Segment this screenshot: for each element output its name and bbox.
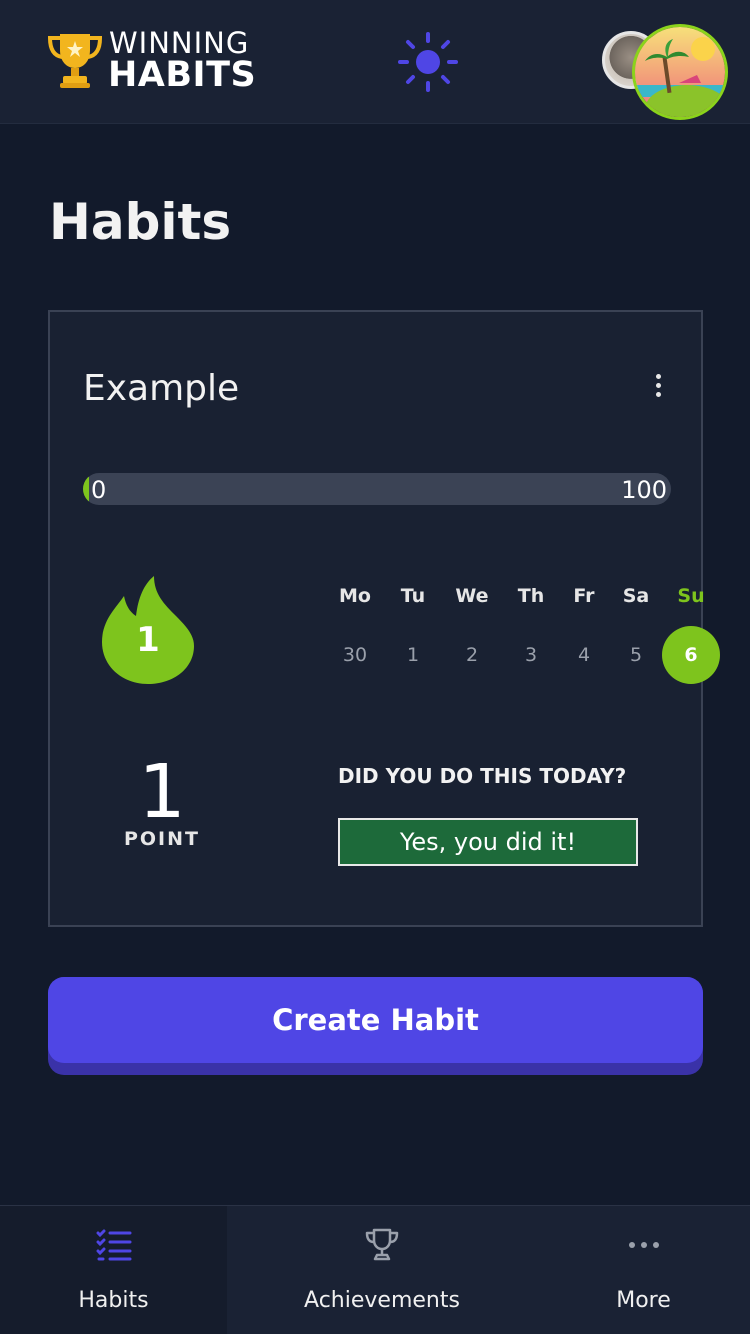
app-logo[interactable]: WINNING HABITS <box>46 28 276 94</box>
day-number-today[interactable]: 6 <box>662 626 720 684</box>
habits-list-icon <box>96 1229 131 1261</box>
nav-label-achievements: Achievements <box>304 1288 460 1313</box>
day-name: We <box>455 585 489 607</box>
habit-progress-bar <box>83 473 671 505</box>
nav-item-habits[interactable]: Habits <box>0 1206 227 1334</box>
day-name: Sa <box>622 585 650 607</box>
day-number[interactable]: 5 <box>607 626 665 684</box>
day-column-th: Th 3 <box>501 582 561 684</box>
day-number[interactable]: 1 <box>384 626 442 684</box>
create-habit-label: Create Habit <box>48 977 703 1063</box>
trophy-icon <box>365 1228 399 1261</box>
day-column-we: We 2 <box>442 582 502 684</box>
nav-item-more[interactable]: More <box>537 1206 750 1334</box>
week-calendar: Mo 30 Tu 1 We 2 Th 3 Fr 4 Sa 5 Su 6 <box>280 582 720 692</box>
day-column-su: Su 6 <box>661 582 721 684</box>
bottom-navigation: Habits Achievements More <box>0 1205 750 1334</box>
nav-label-more: More <box>616 1288 671 1313</box>
day-name: Fr <box>573 585 595 607</box>
day-name: Tu <box>400 585 426 607</box>
done-today-button[interactable]: Yes, you did it! <box>338 818 638 866</box>
day-column-tu: Tu 1 <box>383 582 443 684</box>
sun-icon[interactable] <box>398 32 458 92</box>
app-header: WINNING HABITS <box>0 0 750 124</box>
more-dots-icon <box>628 1242 659 1248</box>
create-habit-button[interactable]: Create Habit <box>48 977 703 1075</box>
daily-question: DID YOU DO THIS TODAY? <box>338 764 627 788</box>
kebab-menu-icon[interactable] <box>646 374 670 404</box>
nav-label-habits: Habits <box>78 1288 149 1313</box>
nav-item-achievements[interactable]: Achievements <box>227 1206 537 1334</box>
day-column-sa: Sa 5 <box>606 582 666 684</box>
progress-max-label: 100 <box>621 476 667 504</box>
logo-text-habits: HABITS <box>108 55 257 95</box>
beach-avatar-icon <box>635 27 725 117</box>
trophy-logo-icon <box>47 34 103 88</box>
points-value: 1 <box>138 749 186 835</box>
day-number[interactable]: 4 <box>555 626 613 684</box>
day-name: Mo <box>339 585 371 607</box>
progress-fill <box>83 473 89 505</box>
habit-title: Example <box>83 368 240 409</box>
page-title: Habits <box>49 193 232 251</box>
profile-avatar[interactable] <box>632 24 728 120</box>
points-display: 1 POINT <box>100 752 224 850</box>
day-number[interactable]: 3 <box>502 626 560 684</box>
points-label: POINT <box>123 828 200 850</box>
progress-min-label: 0 <box>91 476 107 504</box>
day-number[interactable]: 2 <box>443 626 501 684</box>
day-column-mo: Mo 30 <box>325 582 385 684</box>
logo-text-winning: WINNING <box>109 26 250 60</box>
day-name: Su <box>677 585 705 607</box>
habit-card: Example 0 100 1 Mo 30 Tu 1 We 2 Th 3 Fr 4 Sa 5 Su 6 1… <box>48 310 720 927</box>
streak-count: 1 <box>136 620 160 660</box>
day-number[interactable]: 30 <box>326 626 384 684</box>
day-name: Th <box>517 585 545 607</box>
day-column-fr: Fr 4 <box>554 582 614 684</box>
